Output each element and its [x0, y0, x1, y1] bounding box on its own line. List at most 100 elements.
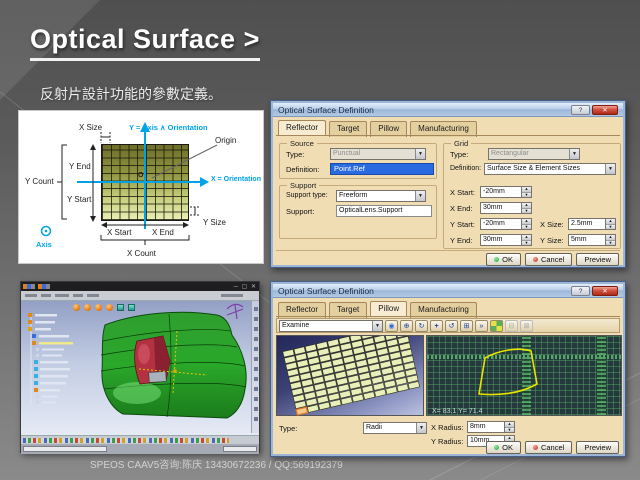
- toolbar-icon[interactable]: [254, 397, 258, 401]
- toolbar-icon[interactable]: [254, 367, 258, 371]
- dropdown-arrow-icon[interactable]: ▼: [569, 149, 579, 159]
- dropdown-arrow-icon[interactable]: ▼: [415, 149, 425, 159]
- spin-down-icon[interactable]: ▼: [505, 428, 514, 433]
- preview-button[interactable]: Preview: [576, 253, 619, 266]
- source-type-dropdown[interactable]: Punctual ▼: [330, 148, 426, 160]
- toolbar-icon[interactable]: [254, 377, 258, 381]
- dialog-titlebar[interactable]: Optical Surface Definition ? ✕: [273, 103, 623, 117]
- source-definition-field[interactable]: Point.Ref: [330, 163, 434, 175]
- ok-label: OK: [502, 443, 513, 452]
- cancel-button[interactable]: Cancel: [525, 253, 572, 266]
- close-button[interactable]: ✕: [592, 286, 618, 296]
- spin-down-icon[interactable]: ▼: [522, 241, 531, 246]
- x-end-label: X End:: [450, 204, 473, 213]
- floating-toolbar[interactable]: [73, 304, 135, 311]
- menu-item[interactable]: [73, 294, 83, 297]
- rotate-view-icon[interactable]: ↻: [415, 320, 428, 332]
- spinner-arrows[interactable]: ▲▼: [605, 218, 616, 230]
- spinner-arrows[interactable]: ▲▼: [521, 202, 532, 214]
- x-size-spinner[interactable]: 2.5mm ▲▼: [568, 218, 616, 230]
- toolbar-icon[interactable]: [117, 304, 124, 311]
- orbit-icon[interactable]: ↺: [445, 320, 458, 332]
- toolbar-icon[interactable]: [254, 307, 258, 311]
- y-axis-formula-label: Y = Axis ∧ Orientation: [129, 123, 208, 132]
- ok-button[interactable]: OK: [486, 441, 521, 454]
- support-type-dropdown[interactable]: Freeform ▼: [336, 190, 426, 202]
- pan-icon[interactable]: +: [430, 320, 443, 332]
- dialog-titlebar[interactable]: Optical Surface Definition ? ✕: [273, 284, 623, 298]
- more-icon[interactable]: »: [475, 320, 488, 332]
- y-end-spinner[interactable]: 30mm ▲▼: [480, 234, 532, 246]
- spinner-arrows[interactable]: ▲▼: [521, 234, 532, 246]
- menu-item[interactable]: [41, 294, 51, 297]
- toolbar-icon[interactable]: [254, 317, 258, 321]
- pillow-mesh-viewport[interactable]: [276, 335, 424, 416]
- spinner-arrows[interactable]: ▲▼: [521, 218, 532, 230]
- tab-reflector[interactable]: Reflector: [278, 120, 326, 136]
- dropdown-arrow-icon[interactable]: ▼: [416, 423, 426, 433]
- bottom-toolbar[interactable]: [21, 435, 259, 444]
- dropdown-arrow-icon[interactable]: ▼: [372, 321, 382, 331]
- fit-all-icon[interactable]: ◉: [385, 320, 398, 332]
- x-start-spinner[interactable]: -20mm ▲▼: [480, 186, 532, 198]
- dropdown-arrow-icon[interactable]: ▼: [605, 164, 615, 174]
- view-mode-dropdown[interactable]: Examine ▼: [279, 320, 383, 332]
- spinner-arrows[interactable]: ▲▼: [504, 421, 515, 433]
- spinner-arrows[interactable]: ▲▼: [521, 186, 532, 198]
- ok-label: OK: [502, 255, 513, 264]
- spin-down-icon[interactable]: ▼: [606, 225, 615, 230]
- toolbar-icons-strip[interactable]: [23, 438, 229, 443]
- power-input-field[interactable]: [223, 446, 257, 452]
- x-radius-spinner[interactable]: 8mm ▲▼: [467, 421, 515, 433]
- toolbar-icon[interactable]: [254, 347, 258, 351]
- x-end-spinner[interactable]: 30mm ▲▼: [480, 202, 532, 214]
- help-button[interactable]: ?: [571, 286, 590, 296]
- dropdown-arrow-icon[interactable]: ▼: [415, 191, 425, 201]
- toolbar-icon[interactable]: [254, 327, 258, 331]
- toolbar-icon[interactable]: [254, 337, 258, 341]
- toolbar-icon[interactable]: [254, 417, 258, 421]
- toolbar-icon[interactable]: [106, 304, 113, 311]
- catia-menubar[interactable]: [21, 291, 259, 301]
- grid-definition-dropdown[interactable]: Surface Size & Element Sizes ▼: [484, 163, 616, 175]
- tab-pillow[interactable]: Pillow: [370, 301, 407, 317]
- ok-icon: [494, 445, 499, 450]
- spin-down-icon[interactable]: ▼: [606, 241, 615, 246]
- spin-down-icon[interactable]: ▼: [522, 193, 531, 198]
- y-start-spinner[interactable]: -20mm ▲▼: [480, 218, 532, 230]
- axis-label: Axis: [36, 240, 52, 249]
- toolbar-icon[interactable]: [254, 407, 258, 411]
- catia-titlebar[interactable]: ─ ▢ ✕: [21, 282, 259, 291]
- cancel-button[interactable]: Cancel: [525, 441, 572, 454]
- pillow-type-dropdown[interactable]: Radii ▼: [363, 422, 427, 434]
- spin-down-icon[interactable]: ▼: [522, 225, 531, 230]
- help-button[interactable]: ?: [571, 105, 590, 115]
- support-input[interactable]: OpticalLens.Support: [336, 205, 432, 217]
- menu-item[interactable]: [87, 294, 99, 297]
- window-controls-icons[interactable]: ─ ▢ ✕: [234, 283, 257, 290]
- y-end-value: 30mm: [480, 234, 521, 246]
- spin-down-icon[interactable]: ▼: [522, 209, 531, 214]
- menu-item[interactable]: [221, 294, 243, 297]
- close-button[interactable]: ✕: [592, 105, 618, 115]
- zoom-window-icon[interactable]: ⊞: [460, 320, 473, 332]
- menu-item[interactable]: [55, 294, 69, 297]
- right-toolbar[interactable]: [251, 301, 259, 433]
- preview-button[interactable]: Preview: [576, 441, 619, 454]
- menu-item[interactable]: [25, 294, 37, 297]
- toolbar-icon[interactable]: [128, 304, 135, 311]
- profile-grid-viewport[interactable]: X= 83.1 Y= 71.4: [426, 335, 622, 416]
- y-size-spinner[interactable]: 5mm ▲▼: [568, 234, 616, 246]
- grid-display-icon[interactable]: [490, 320, 503, 332]
- toolbar-icon[interactable]: [84, 304, 91, 311]
- toolbar-icon[interactable]: [254, 387, 258, 391]
- catia-viewport[interactable]: [21, 301, 259, 435]
- toolbar-icon[interactable]: [95, 304, 102, 311]
- grid-type-dropdown[interactable]: Rectangular ▼: [488, 148, 580, 160]
- ok-button[interactable]: OK: [486, 253, 521, 266]
- toolbar-icon[interactable]: [73, 304, 80, 311]
- zoom-icon[interactable]: ⊕: [400, 320, 413, 332]
- toolbar-icon[interactable]: [254, 357, 258, 361]
- spinner-arrows[interactable]: ▲▼: [605, 234, 616, 246]
- x-orientation-label: X = Orientation: [211, 176, 261, 183]
